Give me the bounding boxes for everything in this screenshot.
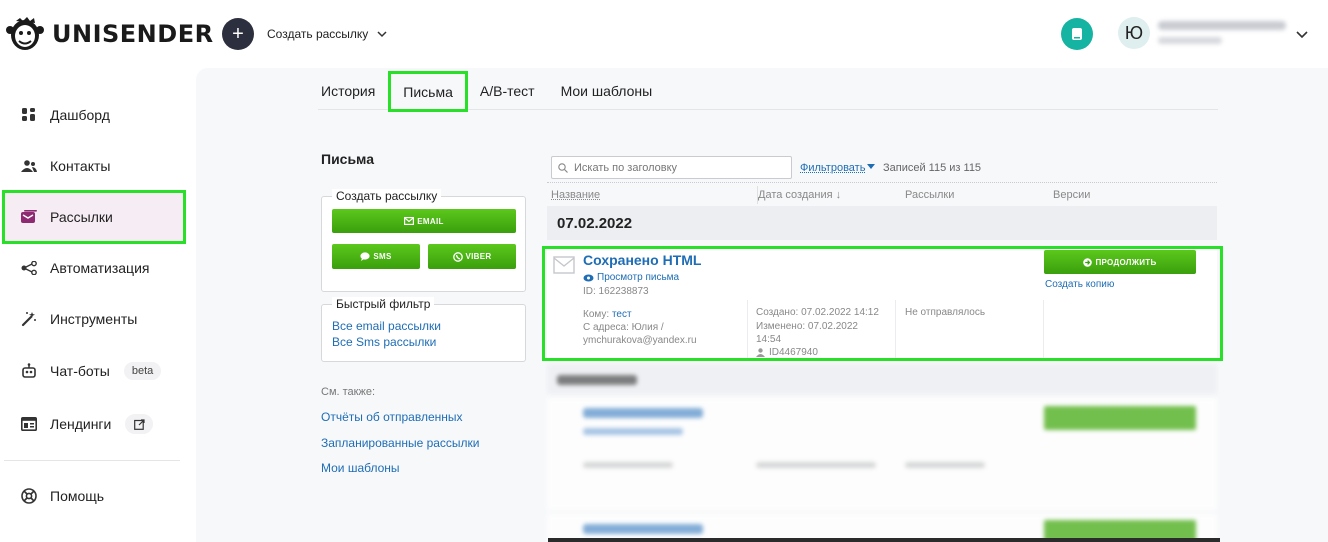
search-icon — [558, 162, 568, 173]
sidebar: Дашборд Контакты Рассылки Автоматизация … — [0, 68, 196, 542]
column-versions: Версии — [1053, 188, 1091, 201]
table-header: Название Дата создания ↓ Рассылки Версии — [547, 182, 1217, 206]
date-group-header: 07.02.2022 — [547, 206, 1217, 240]
envelope-icon — [404, 217, 415, 225]
sidebar-item-label: Автоматизация — [50, 260, 150, 276]
page-title: Письма — [321, 151, 375, 167]
sidebar-item-label: Рассылки — [50, 209, 113, 225]
sidebar-item-automation[interactable]: Автоматизация — [4, 243, 184, 293]
column-campaigns: Рассылки — [905, 188, 955, 201]
sidebar-item-campaigns[interactable]: Рассылки — [2, 190, 186, 244]
create-campaign-dropdown[interactable]: + Создать рассылку — [222, 18, 388, 50]
monkey-logo-icon — [6, 17, 44, 50]
sidebar-item-tools[interactable]: Инструменты — [4, 294, 184, 344]
help-icon — [20, 487, 38, 505]
tab-ab-test[interactable]: A/B-тест — [480, 72, 535, 110]
see-also-label: См. также: — [321, 386, 375, 398]
column-created-date[interactable]: Дата создания ↓ — [758, 189, 841, 201]
records-count: Записей 115 из 115 — [883, 162, 982, 174]
book-icon — [1072, 28, 1082, 40]
table-row-redacted — [547, 398, 1217, 510]
sent-reports-link[interactable]: Отчёты об отправленных — [321, 410, 463, 424]
date-group-header-redacted — [547, 364, 1217, 394]
automation-icon — [20, 259, 38, 277]
chat-bubble-icon — [360, 252, 370, 261]
sms-button-label: SMS — [373, 252, 392, 261]
sidebar-item-label: Контакты — [50, 158, 111, 174]
beta-badge: beta — [123, 362, 162, 380]
viber-icon — [452, 251, 463, 262]
tab-bar: История Письма A/B-тест Мои шаблоны — [318, 71, 1218, 112]
search-input[interactable] — [574, 161, 784, 174]
horizontal-scrollbar[interactable] — [548, 538, 1220, 542]
landing-page-icon — [20, 415, 38, 433]
contacts-icon — [20, 157, 38, 175]
account-name-redacted — [1158, 21, 1286, 30]
sidebar-item-chatbots[interactable]: Чат-боты beta — [4, 346, 184, 396]
logo-text: UNISENDER — [52, 20, 214, 48]
filter-dropdown[interactable]: Фильтровать — [800, 162, 865, 174]
sidebar-item-dashboard[interactable]: Дашборд — [4, 90, 184, 140]
create-campaign-label: Создать рассылку — [267, 27, 369, 41]
mail-icon — [20, 208, 38, 226]
robot-icon — [20, 362, 38, 380]
top-bar: UNISENDER + Создать рассылку Ю — [0, 0, 1328, 68]
user-avatar[interactable]: Ю — [1118, 17, 1150, 49]
sidebar-item-help[interactable]: Помощь — [4, 471, 184, 521]
create-sms-button[interactable]: SMS — [332, 244, 420, 269]
my-templates-link[interactable]: Мои шаблоны — [321, 461, 400, 475]
sidebar-item-label: Дашборд — [50, 107, 110, 123]
caret-down-icon[interactable] — [867, 164, 875, 169]
external-link-icon[interactable] — [125, 414, 154, 434]
create-email-button[interactable]: EMAIL — [332, 209, 516, 233]
tab-history[interactable]: История — [321, 72, 375, 110]
sidebar-item-label: Инструменты — [50, 311, 138, 327]
sidebar-item-contacts[interactable]: Контакты — [4, 141, 184, 191]
knowledge-base-button[interactable] — [1061, 18, 1093, 50]
quick-filter-group: Быстрый фильтр Все email рассылки Все Sm… — [321, 297, 526, 362]
avatar-letter: Ю — [1124, 22, 1144, 43]
create-campaign-group: Создать рассылку EMAIL SMS VIBER — [321, 189, 526, 292]
sidebar-item-label: Помощь — [50, 488, 105, 504]
account-email-redacted — [1158, 37, 1222, 44]
sidebar-item-landings[interactable]: Лендинги — [4, 399, 184, 449]
filter-all-email[interactable]: Все email рассылки — [332, 319, 441, 333]
tab-letters[interactable]: Письма — [388, 71, 468, 112]
viber-button-label: VIBER — [465, 252, 492, 261]
email-button-label: EMAIL — [417, 216, 444, 226]
account-menu-chevron-icon[interactable] — [1295, 27, 1309, 41]
column-name[interactable]: Название — [551, 189, 600, 201]
create-viber-button[interactable]: VIBER — [428, 244, 516, 269]
chevron-down-icon — [377, 31, 387, 38]
filter-all-sms[interactable]: Все Sms рассылки — [332, 335, 436, 349]
quick-filter-legend: Быстрый фильтр — [332, 297, 435, 311]
plus-icon: + — [222, 18, 254, 50]
sidebar-item-label: Лендинги — [50, 416, 112, 432]
create-campaign-legend: Создать рассылку — [332, 189, 442, 203]
magic-wand-icon — [20, 310, 38, 328]
sidebar-divider — [4, 460, 180, 461]
highlight-outline — [542, 246, 1223, 361]
unisender-logo[interactable]: UNISENDER — [6, 16, 214, 52]
scheduled-campaigns-link[interactable]: Запланированные рассылки — [321, 436, 480, 450]
search-box[interactable] — [551, 156, 792, 179]
tab-my-templates[interactable]: Мои шаблоны — [561, 72, 653, 110]
sidebar-item-label: Чат-боты — [50, 363, 110, 379]
dashboard-icon — [20, 106, 38, 124]
